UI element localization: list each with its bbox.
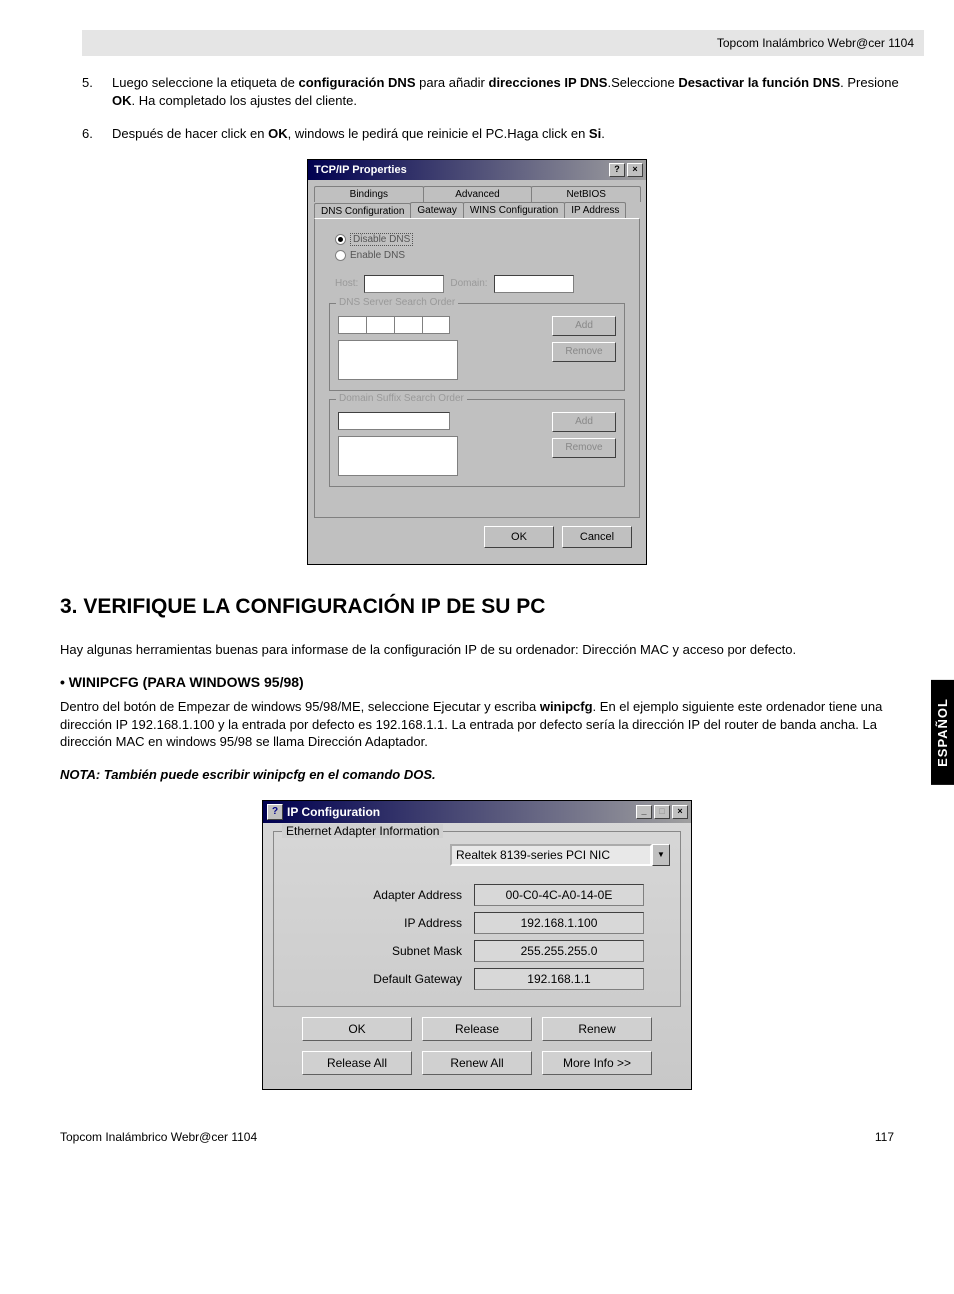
tab-gateway[interactable]: Gateway <box>410 202 463 218</box>
chevron-down-icon[interactable]: ▼ <box>652 844 670 866</box>
item-text: Luego seleccione la etiqueta de configur… <box>112 74 924 109</box>
subnet-mask-label: Subnet Mask <box>284 944 474 958</box>
radio-icon <box>335 250 346 261</box>
domain-label: Domain: <box>450 278 487 289</box>
close-icon[interactable]: × <box>627 163 643 177</box>
dns-list[interactable] <box>338 340 458 380</box>
ok-button[interactable]: OK <box>302 1017 412 1041</box>
section-heading: 3. VERIFIQUE LA CONFIGURACIÓN IP DE SU P… <box>60 595 924 619</box>
item-number: 6. <box>82 125 112 143</box>
item-text: Después de hacer click en OK, windows le… <box>112 125 924 143</box>
adapter-address-value: 00-C0-4C-A0-14-0E <box>474 884 644 906</box>
radio-disable-dns[interactable]: Disable DNS <box>335 233 629 246</box>
add-button[interactable]: Add <box>552 316 616 336</box>
suffix-list[interactable] <box>338 436 458 476</box>
default-gateway-label: Default Gateway <box>284 972 474 986</box>
suffix-input[interactable] <box>338 412 450 430</box>
add-button[interactable]: Add <box>552 412 616 432</box>
remove-button[interactable]: Remove <box>552 438 616 458</box>
list-item-6: 6. Después de hacer click en OK, windows… <box>82 125 924 143</box>
page-footer: Topcom Inalámbrico Webr@cer 1104 117 <box>30 1110 924 1144</box>
tab-bindings[interactable]: Bindings <box>314 186 424 202</box>
adapter-address-label: Adapter Address <box>284 888 474 902</box>
release-all-button[interactable]: Release All <box>302 1051 412 1075</box>
remove-button[interactable]: Remove <box>552 342 616 362</box>
list-item-5: 5. Luego seleccione la etiqueta de confi… <box>82 74 924 109</box>
item-number: 5. <box>82 74 112 109</box>
host-label: Host: <box>335 278 358 289</box>
help-icon[interactable]: ? <box>609 163 625 177</box>
footer-left: Topcom Inalámbrico Webr@cer 1104 <box>60 1130 257 1144</box>
ip-configuration-dialog: ? IP Configuration _ □ × Ethernet Adapte… <box>262 800 692 1090</box>
release-button[interactable]: Release <box>422 1017 532 1041</box>
header-product: Topcom Inalámbrico Webr@cer 1104 <box>717 36 914 50</box>
domain-suffix-group: Domain Suffix Search Order Add Remove <box>329 399 625 487</box>
tabs-row-1: Bindings Advanced NetBIOS <box>314 186 640 202</box>
tab-wins-config[interactable]: WINS Configuration <box>463 202 565 218</box>
domain-input[interactable] <box>494 275 574 293</box>
ok-button[interactable]: OK <box>484 526 554 548</box>
footer-page-number: 117 <box>875 1130 894 1144</box>
dialog-title: IP Configuration <box>287 805 634 819</box>
host-input[interactable] <box>364 275 444 293</box>
adapter-select[interactable]: Realtek 8139-series PCI NIC ▼ <box>450 844 670 866</box>
dns-ip-input[interactable] <box>338 316 458 334</box>
dialog-title: TCP/IP Properties <box>314 164 607 176</box>
tab-advanced[interactable]: Advanced <box>423 186 533 202</box>
ip-address-value: 192.168.1.100 <box>474 912 644 934</box>
tab-ip-address[interactable]: IP Address <box>564 202 626 218</box>
minimize-icon[interactable]: _ <box>636 805 652 819</box>
subnet-mask-value: 255.255.255.0 <box>474 940 644 962</box>
dialog-titlebar[interactable]: TCP/IP Properties ? × <box>308 160 646 180</box>
app-icon: ? <box>267 804 283 820</box>
dialog-titlebar[interactable]: ? IP Configuration _ □ × <box>263 801 691 823</box>
tab-netbios[interactable]: NetBIOS <box>531 186 641 202</box>
maximize-icon[interactable]: □ <box>654 805 670 819</box>
renew-button[interactable]: Renew <box>542 1017 652 1041</box>
ip-address-label: IP Address <box>284 916 474 930</box>
default-gateway-value: 192.168.1.1 <box>474 968 644 990</box>
tabs-row-2: DNS Configuration Gateway WINS Configura… <box>314 202 640 218</box>
more-info-button[interactable]: More Info >> <box>542 1051 652 1075</box>
cancel-button[interactable]: Cancel <box>562 526 632 548</box>
tcpip-properties-dialog: TCP/IP Properties ? × Bindings Advanced … <box>307 159 647 565</box>
tab-dns-config[interactable]: DNS Configuration <box>314 203 411 219</box>
dns-search-order-group: DNS Server Search Order Add Remove <box>329 303 625 391</box>
tab-pane-dns: Disable DNS Enable DNS Host: Domain: DNS… <box>314 218 640 518</box>
section-para: Hay algunas herramientas buenas para inf… <box>60 641 894 659</box>
renew-all-button[interactable]: Renew All <box>422 1051 532 1075</box>
radio-icon <box>335 234 346 245</box>
subsection-heading: • WINIPCFG (PARA WINDOWS 95/98) <box>60 674 894 690</box>
section-note: NOTA: También puede escribir winipcfg en… <box>60 767 894 782</box>
radio-enable-dns[interactable]: Enable DNS <box>335 250 629 261</box>
language-tab: ESPAÑOL <box>931 680 954 785</box>
close-icon[interactable]: × <box>672 805 688 819</box>
section-para: Dentro del botón de Empezar de windows 9… <box>60 698 894 751</box>
page-header: Topcom Inalámbrico Webr@cer 1104 <box>82 30 924 56</box>
ethernet-adapter-fieldset: Ethernet Adapter Information Realtek 813… <box>273 831 681 1007</box>
